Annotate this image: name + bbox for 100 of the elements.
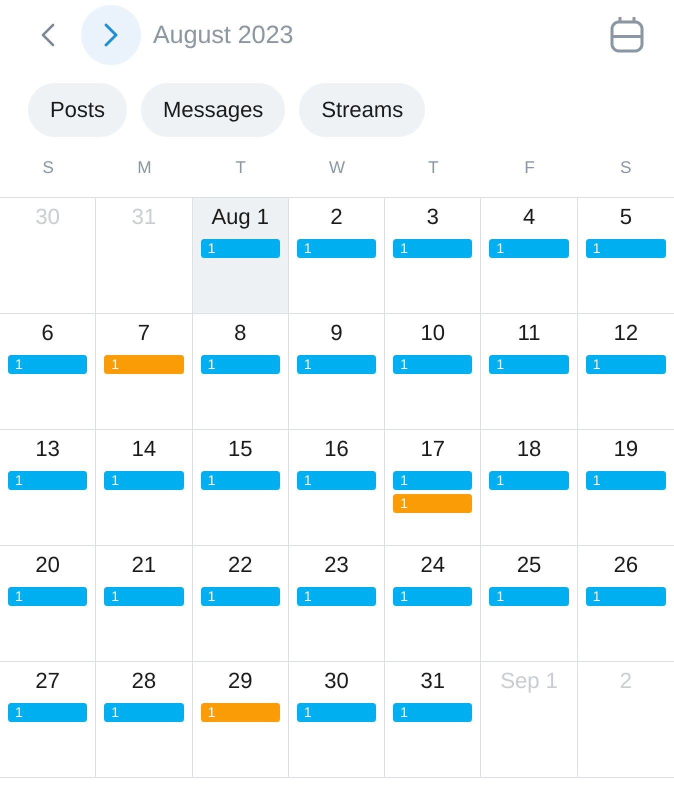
day-cell[interactable]: 20 1: [0, 546, 96, 662]
day-number: 9: [330, 319, 343, 346]
day-number: 4: [522, 203, 536, 230]
event-count-bar[interactable]: 1: [296, 355, 376, 374]
filter-chip[interactable]: Streams: [299, 83, 426, 137]
day-cell[interactable]: 11 1: [481, 314, 578, 430]
day-number: 24: [420, 551, 446, 578]
day-number: 21: [132, 551, 156, 578]
filter-chip[interactable]: Posts: [28, 83, 128, 137]
day-number: 18: [516, 435, 542, 462]
day-number: 23: [324, 551, 349, 578]
day-cell[interactable]: 8 1: [192, 314, 289, 430]
day-number: 10: [420, 319, 446, 346]
event-count-bar[interactable]: 1: [8, 355, 88, 374]
event-count-bar[interactable]: 1: [393, 703, 472, 722]
day-cell[interactable]: 13 1: [0, 430, 96, 546]
event-count-bar[interactable]: 1: [586, 471, 666, 490]
event-count-bar[interactable]: 1: [104, 587, 184, 606]
calendar-icon: [610, 17, 644, 53]
day-cell[interactable]: 30 1: [288, 662, 386, 778]
day-cell[interactable]: 28 1: [96, 662, 193, 778]
day-cell[interactable]: 15 1: [192, 430, 289, 546]
event-count-bar[interactable]: 1: [586, 587, 666, 606]
day-number: 26: [614, 551, 638, 578]
event-count-bar[interactable]: 1: [200, 355, 280, 374]
weekday-label: W: [328, 158, 346, 178]
day-number: 13: [35, 435, 60, 462]
day-number: 8: [234, 319, 246, 346]
event-count-bar[interactable]: 1: [200, 703, 280, 722]
event-count-bar[interactable]: 1: [104, 471, 184, 490]
calendar-view-button[interactable]: [610, 17, 644, 53]
day-cell[interactable]: 21 1: [96, 546, 193, 662]
day-number: 20: [35, 551, 60, 578]
day-number: 28: [132, 667, 156, 694]
day-number: 19: [614, 435, 638, 462]
event-count-bar[interactable]: 1: [393, 471, 472, 490]
day-number: 3: [426, 203, 439, 230]
day-cell[interactable]: 6 1: [0, 314, 96, 430]
day-cell[interactable]: 4 1: [481, 198, 578, 314]
event-count-bar[interactable]: 1: [200, 471, 280, 490]
day-number: 17: [420, 435, 446, 462]
event-count-bar[interactable]: 1: [393, 494, 472, 513]
day-cell[interactable]: 27 1: [0, 662, 96, 778]
event-count-bar[interactable]: 1: [8, 471, 88, 490]
day-cell[interactable]: 9 1: [288, 314, 386, 430]
day-cell[interactable]: 26 1: [578, 546, 674, 662]
weekday-label: T: [234, 158, 247, 178]
day-cell[interactable]: 5 1: [578, 198, 674, 314]
month-title: August 2023: [153, 20, 294, 50]
event-count-bar[interactable]: 1: [489, 587, 569, 606]
event-count-bar[interactable]: 1: [104, 355, 184, 374]
filter-chip[interactable]: Messages: [141, 83, 286, 137]
day-number: Aug 1: [211, 203, 269, 230]
event-count-bar[interactable]: 1: [586, 355, 666, 374]
event-count-bar[interactable]: 1: [393, 587, 472, 606]
day-cell[interactable]: 3 1: [385, 198, 482, 314]
day-number: 16: [324, 435, 349, 462]
event-count-bar[interactable]: 1: [489, 355, 569, 374]
event-count-bar[interactable]: 1: [296, 587, 376, 606]
day-cell[interactable]: 12 1: [578, 314, 674, 430]
day-cell[interactable]: 2 1: [288, 198, 386, 314]
day-number: 30: [324, 667, 349, 694]
day-cell[interactable]: 24 1: [385, 546, 482, 662]
day-cell[interactable]: 23 1: [288, 546, 386, 662]
day-cell[interactable]: 31 1: [385, 662, 482, 778]
event-count-bar[interactable]: 1: [200, 587, 280, 606]
day-cell[interactable]: 14 1: [96, 430, 193, 546]
day-cell[interactable]: 29 1: [192, 662, 289, 778]
day-number: 12: [614, 319, 638, 346]
day-number: 14: [132, 435, 156, 462]
day-cell[interactable]: 19 1: [578, 430, 674, 546]
day-cell[interactable]: 17 1 1: [385, 430, 482, 546]
day-cell[interactable]: 18 1: [481, 430, 578, 546]
event-count-bar[interactable]: 1: [8, 703, 88, 722]
day-cell[interactable]: 25 1: [481, 546, 578, 662]
day-cell[interactable]: 16 1: [288, 430, 386, 546]
event-count-bar[interactable]: 1: [296, 239, 376, 258]
event-count-bar[interactable]: 1: [200, 239, 280, 258]
event-count-bar[interactable]: 1: [296, 703, 376, 722]
event-count-bar[interactable]: 1: [8, 587, 88, 606]
weekday-label: M: [136, 158, 152, 178]
day-number: 7: [138, 319, 150, 346]
weekday-label: T: [427, 158, 440, 178]
weekday-label: F: [523, 158, 536, 178]
event-count-bar[interactable]: 1: [489, 471, 569, 490]
day-number: 2: [330, 203, 343, 230]
day-cell[interactable]: 7 1: [96, 314, 193, 430]
chevron-left-icon: [41, 23, 55, 47]
day-number: 11: [518, 319, 540, 346]
day-number: 6: [42, 319, 54, 346]
day-cell[interactable]: 22 1: [192, 546, 289, 662]
event-count-bar[interactable]: 1: [104, 703, 184, 722]
event-count-bar[interactable]: 1: [393, 239, 472, 258]
day-cell[interactable]: Aug 1 1: [192, 198, 289, 314]
event-count-bar[interactable]: 1: [586, 239, 666, 258]
day-number: 31: [420, 667, 446, 694]
event-count-bar[interactable]: 1: [296, 471, 376, 490]
event-count-bar[interactable]: 1: [489, 239, 569, 258]
event-count-bar[interactable]: 1: [393, 355, 472, 374]
day-cell[interactable]: 10 1: [385, 314, 482, 430]
